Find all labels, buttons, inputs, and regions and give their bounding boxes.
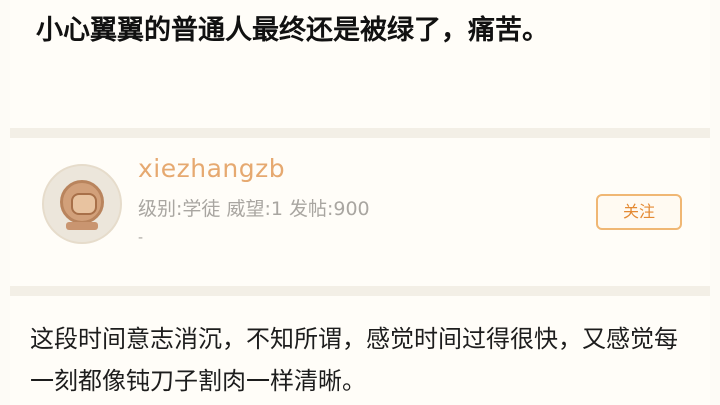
section-divider [10, 128, 710, 138]
section-divider-2 [10, 286, 710, 296]
follow-button[interactable]: 关注 [596, 194, 682, 230]
author-card: xiezhangzb 级别:学徒 威望:1 发帖:900 - 关注 [10, 138, 710, 288]
avatar-base [66, 222, 98, 230]
avatar[interactable] [42, 164, 122, 244]
author-meta: 级别:学徒 威望:1 发帖:900 [138, 198, 370, 220]
diving-helmet-icon [60, 180, 104, 224]
post-title: 小心翼翼的普通人最终还是被绿了，痛苦。 [36, 15, 549, 46]
post-content: 这段时间意志消沉，不知所谓，感觉时间过得很快，又感觉每一刻都像钝刀子割肉一样清晰… [30, 325, 678, 395]
author-meta-extra: - [138, 230, 144, 246]
author-username[interactable]: xiezhangzb [138, 154, 285, 183]
